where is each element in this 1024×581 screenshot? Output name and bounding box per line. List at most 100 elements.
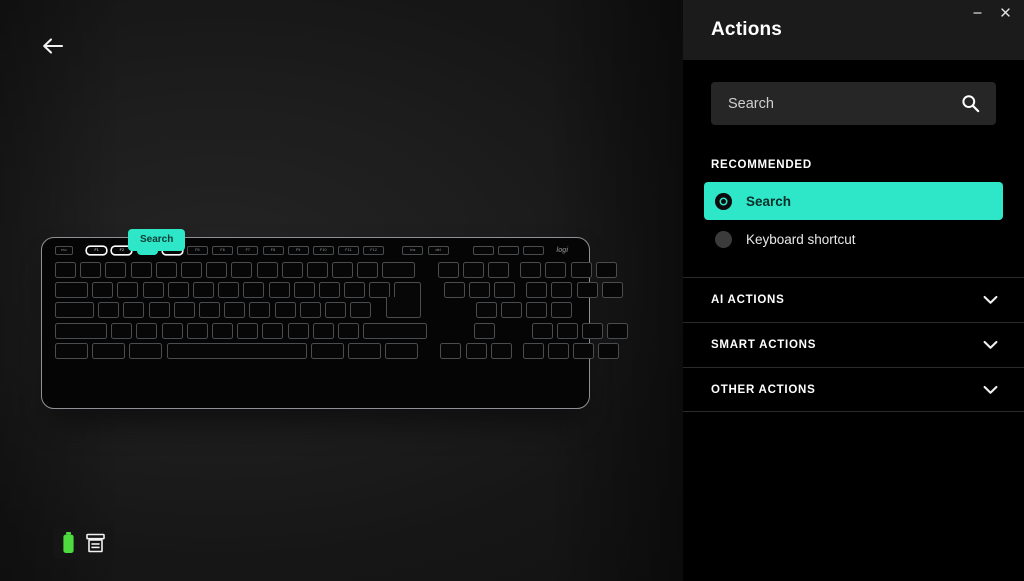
chevron-down-icon[interactable] bbox=[983, 340, 998, 350]
key[interactable] bbox=[155, 262, 177, 278]
key-ins[interactable]: ins bbox=[402, 246, 424, 255]
battery-icon[interactable] bbox=[62, 532, 75, 554]
key-numpad[interactable] bbox=[545, 262, 567, 278]
key-numpad[interactable] bbox=[570, 262, 592, 278]
key[interactable] bbox=[206, 262, 228, 278]
key-f5[interactable]: F5 bbox=[186, 246, 208, 255]
key-alt-right[interactable] bbox=[310, 342, 344, 359]
key-numpad[interactable] bbox=[607, 322, 629, 339]
key-media[interactable] bbox=[523, 246, 545, 255]
key-arrow-left[interactable] bbox=[440, 342, 462, 359]
key[interactable] bbox=[268, 282, 290, 299]
key[interactable] bbox=[186, 322, 208, 339]
back-button[interactable] bbox=[38, 32, 68, 60]
key-capslock[interactable] bbox=[55, 302, 94, 319]
option-keyboard-shortcut[interactable]: Keyboard shortcut bbox=[704, 220, 1003, 258]
key[interactable] bbox=[136, 322, 158, 339]
key[interactable] bbox=[55, 262, 76, 278]
section-smart-actions[interactable]: SMART ACTIONS bbox=[683, 322, 1024, 367]
key[interactable] bbox=[92, 282, 114, 299]
key-numpad[interactable] bbox=[601, 282, 623, 299]
key-numpad[interactable] bbox=[526, 282, 548, 299]
key-nav[interactable] bbox=[437, 262, 459, 278]
key-nav[interactable] bbox=[443, 282, 465, 299]
chevron-down-icon[interactable] bbox=[983, 295, 998, 305]
key-arrow-down[interactable] bbox=[465, 342, 487, 359]
search-input[interactable] bbox=[728, 95, 961, 112]
key-numpad[interactable] bbox=[522, 342, 544, 359]
key[interactable] bbox=[123, 302, 145, 319]
key-f9[interactable]: F9 bbox=[287, 246, 309, 255]
key[interactable] bbox=[337, 322, 359, 339]
key[interactable] bbox=[161, 322, 183, 339]
key-nav[interactable] bbox=[462, 262, 484, 278]
key[interactable] bbox=[318, 282, 340, 299]
key[interactable] bbox=[218, 282, 240, 299]
key[interactable] bbox=[173, 302, 195, 319]
minimize-button[interactable] bbox=[966, 2, 988, 22]
key[interactable] bbox=[299, 302, 321, 319]
key[interactable] bbox=[105, 262, 127, 278]
key[interactable] bbox=[312, 322, 334, 339]
key[interactable] bbox=[293, 282, 315, 299]
key[interactable] bbox=[111, 322, 133, 339]
key[interactable] bbox=[198, 302, 220, 319]
key-numpad[interactable] bbox=[501, 302, 522, 319]
key-space[interactable] bbox=[166, 342, 307, 359]
key-esc[interactable]: esc bbox=[55, 246, 73, 255]
key-media[interactable] bbox=[498, 246, 519, 255]
key-numpad[interactable] bbox=[551, 282, 573, 299]
key-f6[interactable]: F6 bbox=[212, 246, 234, 255]
key-enter[interactable] bbox=[386, 282, 422, 319]
key-nav[interactable] bbox=[494, 282, 515, 299]
key[interactable] bbox=[369, 282, 391, 299]
key-backspace[interactable] bbox=[382, 262, 416, 278]
radio-selected-icon[interactable] bbox=[715, 192, 732, 210]
key-ctrl-right[interactable] bbox=[385, 342, 419, 359]
key-nav[interactable] bbox=[468, 282, 490, 299]
key[interactable] bbox=[281, 262, 303, 278]
key-tab[interactable] bbox=[55, 282, 88, 299]
key-numpad[interactable] bbox=[531, 322, 553, 339]
key[interactable] bbox=[117, 282, 139, 299]
key[interactable] bbox=[262, 322, 284, 339]
search-box[interactable] bbox=[711, 82, 996, 125]
key-arrow-right[interactable] bbox=[490, 342, 512, 359]
key-f11[interactable]: F11 bbox=[338, 246, 360, 255]
key[interactable] bbox=[211, 322, 233, 339]
key[interactable] bbox=[357, 262, 379, 278]
key-shift-left[interactable] bbox=[55, 322, 107, 339]
key[interactable] bbox=[224, 302, 246, 319]
key[interactable] bbox=[306, 262, 328, 278]
key[interactable] bbox=[344, 282, 366, 299]
key-f1[interactable]: F1 bbox=[86, 246, 108, 255]
key-numpad[interactable] bbox=[582, 322, 604, 339]
key[interactable] bbox=[237, 322, 259, 339]
key-media[interactable] bbox=[472, 246, 494, 255]
key[interactable] bbox=[256, 262, 278, 278]
chevron-down-icon[interactable] bbox=[983, 385, 998, 395]
key[interactable] bbox=[192, 282, 214, 299]
search-icon[interactable] bbox=[961, 94, 980, 113]
key[interactable] bbox=[180, 262, 202, 278]
key-f8[interactable]: F8 bbox=[262, 246, 284, 255]
key-f10[interactable]: F10 bbox=[312, 246, 334, 255]
key-fn[interactable] bbox=[347, 342, 381, 359]
key[interactable] bbox=[148, 302, 170, 319]
option-search[interactable]: Search bbox=[704, 182, 1003, 220]
key-arrow-up[interactable] bbox=[474, 322, 496, 339]
key[interactable] bbox=[249, 302, 271, 319]
key-numpad[interactable] bbox=[598, 342, 620, 359]
close-button[interactable] bbox=[994, 2, 1016, 22]
key-numpad[interactable] bbox=[548, 342, 570, 359]
key[interactable] bbox=[243, 282, 265, 299]
key[interactable] bbox=[231, 262, 253, 278]
key-numpad[interactable] bbox=[551, 302, 573, 319]
key-ctrl-left[interactable] bbox=[55, 342, 88, 359]
key-shift-right[interactable] bbox=[363, 322, 428, 339]
key[interactable] bbox=[167, 282, 189, 299]
key[interactable] bbox=[324, 302, 346, 319]
key[interactable] bbox=[142, 282, 164, 299]
key-f12[interactable]: F12 bbox=[363, 246, 385, 255]
section-ai-actions[interactable]: AI ACTIONS bbox=[683, 277, 1024, 322]
